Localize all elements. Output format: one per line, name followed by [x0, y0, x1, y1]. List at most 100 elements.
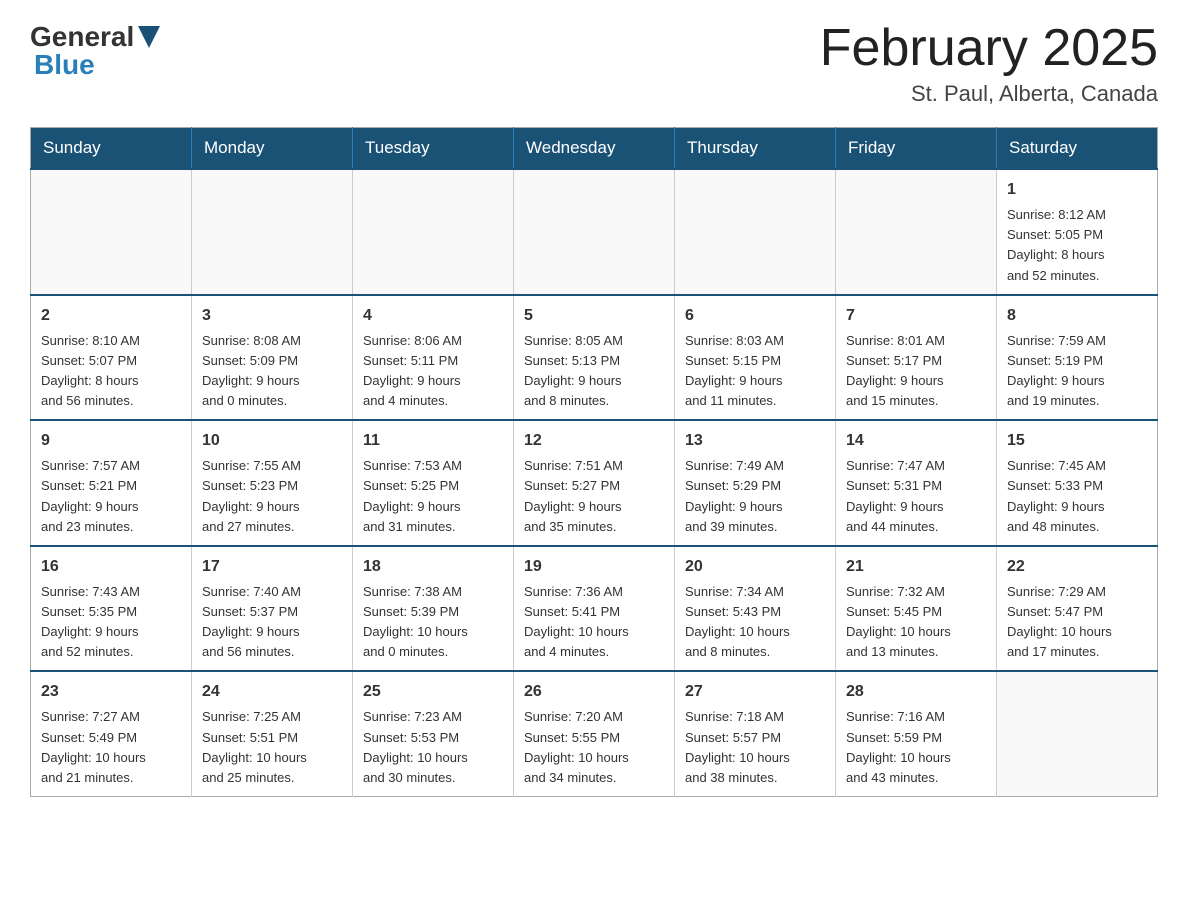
calendar-cell: [675, 169, 836, 295]
day-info: Sunrise: 8:10 AM Sunset: 5:07 PM Dayligh…: [41, 331, 181, 412]
col-monday: Monday: [192, 128, 353, 170]
calendar-week-row: 1 Sunrise: 8:12 AM Sunset: 5:05 PM Daylig…: [31, 169, 1158, 295]
calendar-cell: [192, 169, 353, 295]
day-info: Sunrise: 8:12 AM Sunset: 5:05 PM Dayligh…: [1007, 205, 1147, 286]
calendar-cell: 17Sunrise: 7:40 AM Sunset: 5:37 PM Dayli…: [192, 546, 353, 672]
calendar-cell: [353, 169, 514, 295]
title-section: February 2025 St. Paul, Alberta, Canada: [820, 20, 1158, 107]
day-info: Sunrise: 7:23 AM Sunset: 5:53 PM Dayligh…: [363, 707, 503, 788]
logo-blue-text: Blue: [34, 49, 95, 81]
calendar-cell: 24 Sunrise: 7:25 AM Sunset: 5:51 PM Dayli…: [192, 671, 353, 796]
calendar-cell: 6Sunrise: 8:03 AM Sunset: 5:15 PM Daylig…: [675, 295, 836, 421]
day-info: Sunrise: 7:25 AM Sunset: 5:51 PM Dayligh…: [202, 707, 342, 788]
month-title: February 2025: [820, 20, 1158, 77]
calendar-cell: 25 Sunrise: 7:23 AM Sunset: 5:53 PM Dayli…: [353, 671, 514, 796]
day-number: 13: [685, 429, 825, 453]
calendar-cell: 21 Sunrise: 7:32 AM Sunset: 5:45 PM Dayli…: [836, 546, 997, 672]
calendar-cell: [997, 671, 1158, 796]
day-info: Sunrise: 7:53 AM Sunset: 5:25 PM Dayligh…: [363, 456, 503, 537]
day-info: Sunrise: 8:05 AM Sunset: 5:13 PM Dayligh…: [524, 331, 664, 412]
page-header: General Blue February 2025 St. Paul, Alb…: [30, 20, 1158, 107]
day-number: 2: [41, 304, 181, 328]
day-info: Sunrise: 7:55 AM Sunset: 5:23 PM Dayligh…: [202, 456, 342, 537]
day-number: 12: [524, 429, 664, 453]
calendar-cell: 7 Sunrise: 8:01 AM Sunset: 5:17 PM Daylig…: [836, 295, 997, 421]
day-number: 16: [41, 555, 181, 579]
calendar-cell: 12 Sunrise: 7:51 AM Sunset: 5:27 PM Dayli…: [514, 420, 675, 546]
day-number: 14: [846, 429, 986, 453]
day-number: 22: [1007, 555, 1147, 579]
calendar-week-row: 9 Sunrise: 7:57 AM Sunset: 5:21 PM Daylig…: [31, 420, 1158, 546]
calendar-cell: 27 Sunrise: 7:18 AM Sunset: 5:57 PM Dayli…: [675, 671, 836, 796]
day-number: 20: [685, 555, 825, 579]
day-number: 24: [202, 680, 342, 704]
day-info: Sunrise: 7:49 AM Sunset: 5:29 PM Dayligh…: [685, 456, 825, 537]
calendar-table: Sunday Monday Tuesday Wednesday Thursday…: [30, 127, 1158, 797]
day-info: Sunrise: 7:34 AM Sunset: 5:43 PM Dayligh…: [685, 582, 825, 663]
calendar-cell: 2 Sunrise: 8:10 AM Sunset: 5:07 PM Daylig…: [31, 295, 192, 421]
calendar-cell: [31, 169, 192, 295]
col-thursday: Thursday: [675, 128, 836, 170]
calendar-cell: 19Sunrise: 7:36 AM Sunset: 5:41 PM Dayli…: [514, 546, 675, 672]
day-number: 3: [202, 304, 342, 328]
calendar-cell: [836, 169, 997, 295]
day-number: 21: [846, 555, 986, 579]
day-number: 18: [363, 555, 503, 579]
day-info: Sunrise: 7:43 AM Sunset: 5:35 PM Dayligh…: [41, 582, 181, 663]
day-info: Sunrise: 7:38 AM Sunset: 5:39 PM Dayligh…: [363, 582, 503, 663]
col-saturday: Saturday: [997, 128, 1158, 170]
day-info: Sunrise: 8:08 AM Sunset: 5:09 PM Dayligh…: [202, 331, 342, 412]
day-number: 8: [1007, 304, 1147, 328]
calendar-week-row: 2 Sunrise: 8:10 AM Sunset: 5:07 PM Daylig…: [31, 295, 1158, 421]
day-number: 25: [363, 680, 503, 704]
calendar-week-row: 23Sunrise: 7:27 AM Sunset: 5:49 PM Dayli…: [31, 671, 1158, 796]
day-number: 27: [685, 680, 825, 704]
day-number: 4: [363, 304, 503, 328]
day-info: Sunrise: 7:45 AM Sunset: 5:33 PM Dayligh…: [1007, 456, 1147, 537]
calendar-cell: 16 Sunrise: 7:43 AM Sunset: 5:35 PM Dayli…: [31, 546, 192, 672]
day-info: Sunrise: 8:01 AM Sunset: 5:17 PM Dayligh…: [846, 331, 986, 412]
logo-general-text: General: [30, 21, 134, 53]
day-info: Sunrise: 7:18 AM Sunset: 5:57 PM Dayligh…: [685, 707, 825, 788]
day-info: Sunrise: 7:47 AM Sunset: 5:31 PM Dayligh…: [846, 456, 986, 537]
day-number: 15: [1007, 429, 1147, 453]
day-number: 11: [363, 429, 503, 453]
logo-arrow-icon: [138, 26, 160, 48]
calendar-cell: 18 Sunrise: 7:38 AM Sunset: 5:39 PM Dayli…: [353, 546, 514, 672]
calendar-cell: 4 Sunrise: 8:06 AM Sunset: 5:11 PM Daylig…: [353, 295, 514, 421]
day-number: 7: [846, 304, 986, 328]
col-wednesday: Wednesday: [514, 128, 675, 170]
day-number: 26: [524, 680, 664, 704]
day-info: Sunrise: 7:20 AM Sunset: 5:55 PM Dayligh…: [524, 707, 664, 788]
day-info: Sunrise: 7:51 AM Sunset: 5:27 PM Dayligh…: [524, 456, 664, 537]
calendar-cell: 20 Sunrise: 7:34 AM Sunset: 5:43 PM Dayli…: [675, 546, 836, 672]
day-info: Sunrise: 7:32 AM Sunset: 5:45 PM Dayligh…: [846, 582, 986, 663]
calendar-cell: [514, 169, 675, 295]
calendar-cell: 3 Sunrise: 8:08 AM Sunset: 5:09 PM Daylig…: [192, 295, 353, 421]
day-number: 1: [1007, 178, 1147, 202]
day-number: 28: [846, 680, 986, 704]
calendar-cell: 1 Sunrise: 8:12 AM Sunset: 5:05 PM Daylig…: [997, 169, 1158, 295]
day-number: 10: [202, 429, 342, 453]
day-number: 9: [41, 429, 181, 453]
day-info: Sunrise: 7:40 AM Sunset: 5:37 PM Dayligh…: [202, 582, 342, 663]
day-number: 19: [524, 555, 664, 579]
col-tuesday: Tuesday: [353, 128, 514, 170]
calendar-cell: 15 Sunrise: 7:45 AM Sunset: 5:33 PM Dayli…: [997, 420, 1158, 546]
day-info: Sunrise: 7:16 AM Sunset: 5:59 PM Dayligh…: [846, 707, 986, 788]
calendar-cell: 8 Sunrise: 7:59 AM Sunset: 5:19 PM Daylig…: [997, 295, 1158, 421]
calendar-cell: 23Sunrise: 7:27 AM Sunset: 5:49 PM Dayli…: [31, 671, 192, 796]
calendar-cell: 5 Sunrise: 8:05 AM Sunset: 5:13 PM Daylig…: [514, 295, 675, 421]
col-friday: Friday: [836, 128, 997, 170]
day-number: 5: [524, 304, 664, 328]
day-info: Sunrise: 7:59 AM Sunset: 5:19 PM Dayligh…: [1007, 331, 1147, 412]
calendar-cell: 11 Sunrise: 7:53 AM Sunset: 5:25 PM Dayli…: [353, 420, 514, 546]
day-info: Sunrise: 7:27 AM Sunset: 5:49 PM Dayligh…: [41, 707, 181, 788]
calendar-cell: 26 Sunrise: 7:20 AM Sunset: 5:55 PM Dayli…: [514, 671, 675, 796]
calendar-cell: 22 Sunrise: 7:29 AM Sunset: 5:47 PM Dayli…: [997, 546, 1158, 672]
day-info: Sunrise: 8:06 AM Sunset: 5:11 PM Dayligh…: [363, 331, 503, 412]
day-info: Sunrise: 7:29 AM Sunset: 5:47 PM Dayligh…: [1007, 582, 1147, 663]
calendar-cell: 9 Sunrise: 7:57 AM Sunset: 5:21 PM Daylig…: [31, 420, 192, 546]
day-info: Sunrise: 7:57 AM Sunset: 5:21 PM Dayligh…: [41, 456, 181, 537]
calendar-cell: 28 Sunrise: 7:16 AM Sunset: 5:59 PM Dayli…: [836, 671, 997, 796]
